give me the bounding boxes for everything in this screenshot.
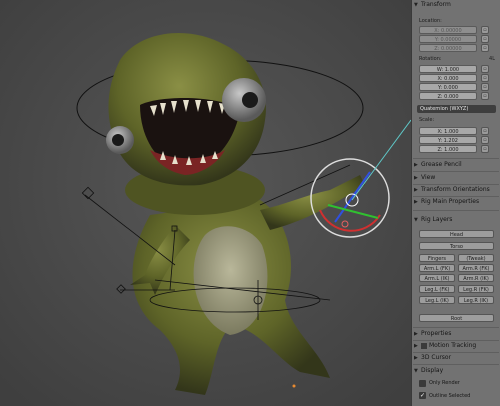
collapsed-triangle-icon: ▶ [414,355,418,361]
rig-layer-arm-r-fk-button[interactable]: Arm.R (FK) [458,264,494,272]
scale-x-field[interactable]: X: 1.000 [419,127,477,135]
3d-cursor-header[interactable]: ▶ 3D Cursor [414,353,498,363]
properties-panel: ▼ Transform Location: X: 0.00000 ▫ Y: 0.0… [411,0,500,406]
rotation-label: Rotation: [419,56,442,62]
scale-label: Scale: [419,117,435,123]
expanded-triangle-icon: ▼ [414,217,418,223]
rotation-mode-dropdown[interactable]: Quaternion (WXYZ) [417,105,496,113]
display-header[interactable]: ▼ Display [414,366,498,376]
expanded-triangle-icon: ▼ [414,2,418,8]
lock-icon[interactable]: ▫ [481,74,489,82]
collapsed-triangle-icon: ▶ [414,331,418,337]
expanded-triangle-icon: ▼ [414,368,418,374]
lock-icon[interactable]: ▫ [481,65,489,73]
rig-layer-fingers-button[interactable]: Fingers [419,254,455,262]
rotation-w-field[interactable]: W: 1.000 [419,65,477,73]
rotation-y-field[interactable]: Y: 0.000 [419,83,477,91]
3d-viewport[interactable] [0,0,411,406]
rotation-4l-toggle[interactable]: 4L [488,55,496,63]
location-y-field[interactable]: Y: 0.00000 [419,35,477,43]
transform-orientations-header[interactable]: ▶ Transform Orientations [414,185,498,195]
view-header[interactable]: ▶ View [414,173,498,183]
rig-main-properties-header[interactable]: ▶ Rig Main Properties [414,197,498,207]
lock-icon[interactable]: ▫ [481,145,489,153]
rotation-z-field[interactable]: Z: 0.000 [419,92,477,100]
scale-y-field[interactable]: Y: 1.202 [419,136,477,144]
lock-icon[interactable]: ▫ [481,26,489,34]
outline-selected-label: Outline Selected [429,393,471,399]
rig-layer-arm-l-ik-button[interactable]: Arm.L (IK) [419,274,455,282]
rig-layer-leg-l-fk-button[interactable]: Leg.L (FK) [419,285,455,293]
collapsed-triangle-icon: ▶ [414,187,418,193]
rig-layer-arm-r-ik-button[interactable]: Arm.R (IK) [458,274,494,282]
grease-pencil-header[interactable]: ▶ Grease Pencil [414,160,498,170]
location-x-field[interactable]: X: 0.00000 [419,26,477,34]
outline-selected-checkbox[interactable]: ✓ [419,392,426,399]
collapsed-triangle-icon: ▶ [414,343,418,349]
rig-layer-leg-r-ik-button[interactable]: Leg.R (IK) [458,296,494,304]
lock-icon[interactable]: ▫ [481,83,489,91]
rig-layer-root-button[interactable]: Root [419,314,494,322]
lock-icon[interactable]: ▫ [481,92,489,100]
only-render-checkbox[interactable] [419,380,426,387]
rig-layers-header[interactable]: ▼ Rig Layers [414,215,498,225]
only-render-label: Only Render [429,380,460,386]
lock-icon[interactable]: ▫ [481,44,489,52]
properties-header[interactable]: ▶ Properties [414,329,498,339]
motion-tracking-header[interactable]: ▶ Motion Tracking [414,341,498,351]
lock-icon[interactable]: ▫ [481,35,489,43]
location-z-field[interactable]: Z: 0.00000 [419,44,477,52]
lock-icon[interactable]: ▫ [481,127,489,135]
rotation-x-field[interactable]: X: 0.000 [419,74,477,82]
rig-layer-leg-l-ik-button[interactable]: Leg.L (IK) [419,296,455,304]
transform-header[interactable]: ▼ Transform [414,0,498,10]
rig-layer-arm-l-fk-button[interactable]: Arm.L (FK) [419,264,455,272]
rig-layer-head-button[interactable]: Head [419,230,494,238]
lock-icon[interactable]: ▫ [481,136,489,144]
motion-tracking-checkbox[interactable] [421,342,427,349]
rig-layer-leg-r-fk-button[interactable]: Leg.R (FK) [458,285,494,293]
collapsed-triangle-icon: ▶ [414,175,418,181]
scene-render [0,0,411,406]
collapsed-triangle-icon: ▶ [414,199,418,205]
scale-z-field[interactable]: Z: 1.000 [419,145,477,153]
rig-layer-tweak-button[interactable]: (Tweak) [458,254,494,262]
rig-layer-torso-button[interactable]: Torso [419,242,494,250]
location-label: Location: [419,18,442,24]
collapsed-triangle-icon: ▶ [414,162,418,168]
